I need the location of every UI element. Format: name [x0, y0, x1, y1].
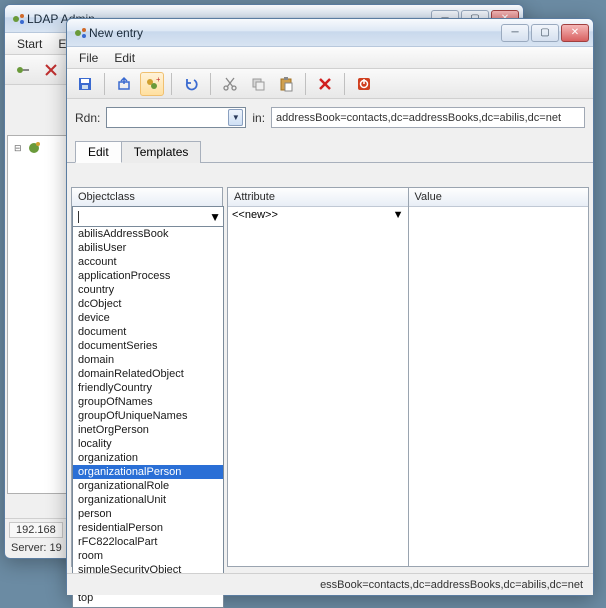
- dropdown-arrow-icon[interactable]: ▼: [209, 210, 221, 224]
- in-field[interactable]: addressBook=contacts,dc=addressBooks,dc=…: [271, 107, 585, 128]
- objectclass-option[interactable]: account: [73, 255, 223, 269]
- app-icon: [73, 25, 89, 41]
- text-caret: [78, 211, 79, 223]
- edit-panel: Objectclass ▼ abilisAddressBookabilisUse…: [67, 183, 593, 571]
- dropdown-arrow-icon[interactable]: ▼: [393, 209, 404, 221]
- objectclass-combo[interactable]: ▼ abilisAddressBookabilisUseraccountappl…: [72, 206, 224, 608]
- new-attribute-label: <<new>>: [232, 209, 278, 221]
- new-entry-button[interactable]: +: [140, 72, 164, 96]
- new-attribute-row[interactable]: <<new>> ▼: [228, 207, 408, 223]
- rdn-label: Rdn:: [75, 111, 100, 125]
- objectclass-option[interactable]: organization: [73, 451, 223, 465]
- objectclass-option[interactable]: groupOfNames: [73, 395, 223, 409]
- dialog-statusbar: essBook=contacts,dc=addressBooks,dc=abil…: [67, 573, 593, 595]
- menu-file[interactable]: File: [71, 49, 106, 67]
- delete-button[interactable]: [313, 72, 337, 96]
- connect-button[interactable]: [11, 58, 35, 82]
- rdn-row: Rdn: ▼ in: addressBook=contacts,dc=addre…: [67, 99, 593, 136]
- objectclass-option[interactable]: groupOfUniqueNames: [73, 409, 223, 423]
- svg-text:+: +: [156, 76, 160, 84]
- objectclass-header: Objectclass: [72, 188, 222, 207]
- disconnect-button[interactable]: [39, 58, 63, 82]
- rdn-combo[interactable]: ▼: [106, 107, 246, 128]
- stop-button[interactable]: [352, 72, 376, 96]
- objectclass-option[interactable]: uidObject: [73, 605, 223, 607]
- objectclass-input[interactable]: ▼: [73, 207, 223, 227]
- objectclass-option[interactable]: country: [73, 283, 223, 297]
- objectclass-option[interactable]: organizationalPerson: [73, 465, 223, 479]
- menu-edit[interactable]: Edit: [106, 49, 143, 67]
- value-column: Value: [408, 187, 590, 567]
- objectclass-option[interactable]: domain: [73, 353, 223, 367]
- tab-templates[interactable]: Templates: [121, 141, 202, 163]
- menu-start[interactable]: Start: [9, 35, 50, 53]
- objectclass-option[interactable]: friendlyCountry: [73, 381, 223, 395]
- objectclass-option[interactable]: dcObject: [73, 297, 223, 311]
- objectclass-option[interactable]: organizationalRole: [73, 479, 223, 493]
- objectclass-option[interactable]: documentSeries: [73, 339, 223, 353]
- minimize-button[interactable]: ─: [501, 24, 529, 42]
- status-path: essBook=contacts,dc=addressBooks,dc=abil…: [71, 579, 589, 591]
- maximize-button[interactable]: ▢: [531, 24, 559, 42]
- objectclass-option[interactable]: residentialPerson: [73, 521, 223, 535]
- new-entry-window: New entry ─ ▢ ✕ File Edit + Rdn: ▼ in: a…: [66, 18, 594, 596]
- separator: [305, 73, 306, 95]
- objectclass-option[interactable]: abilisAddressBook: [73, 227, 223, 241]
- expand-icon[interactable]: ⊟: [14, 143, 22, 154]
- objectclass-option[interactable]: rFC822localPart: [73, 535, 223, 549]
- in-label: in:: [252, 111, 265, 125]
- objectclass-option[interactable]: locality: [73, 437, 223, 451]
- cut-button[interactable]: [218, 72, 242, 96]
- objectclass-dropdown[interactable]: abilisAddressBookabilisUseraccountapplic…: [73, 227, 223, 607]
- separator: [104, 73, 105, 95]
- dialog-menubar: File Edit: [67, 47, 593, 69]
- undo-button[interactable]: [179, 72, 203, 96]
- objectclass-option[interactable]: organizationalUnit: [73, 493, 223, 507]
- separator: [210, 73, 211, 95]
- dialog-title: New entry: [89, 26, 501, 40]
- status-ip: 192.168: [9, 522, 63, 538]
- close-button[interactable]: ✕: [561, 24, 589, 42]
- objectclass-option[interactable]: room: [73, 549, 223, 563]
- objectclass-option[interactable]: abilisUser: [73, 241, 223, 255]
- attribute-header: Attribute: [228, 188, 408, 207]
- objectclass-option[interactable]: applicationProcess: [73, 269, 223, 283]
- tab-edit[interactable]: Edit: [75, 141, 122, 163]
- objectclass-option[interactable]: device: [73, 311, 223, 325]
- dialog-titlebar[interactable]: New entry ─ ▢ ✕: [67, 19, 593, 47]
- objectclass-option[interactable]: document: [73, 325, 223, 339]
- objectclass-option[interactable]: person: [73, 507, 223, 521]
- copy-button[interactable]: [246, 72, 270, 96]
- value-header: Value: [409, 188, 589, 207]
- objectclass-option[interactable]: domainRelatedObject: [73, 367, 223, 381]
- server-icon: [26, 140, 42, 156]
- paste-button[interactable]: [274, 72, 298, 96]
- dialog-toolbar: +: [67, 69, 593, 99]
- save-button[interactable]: [73, 72, 97, 96]
- tabs: Edit Templates: [67, 136, 593, 163]
- attribute-column: Attribute <<new>> ▼: [227, 187, 409, 567]
- export-button[interactable]: [112, 72, 136, 96]
- objectclass-column: Objectclass ▼ abilisAddressBookabilisUse…: [71, 187, 223, 567]
- objectclass-option[interactable]: inetOrgPerson: [73, 423, 223, 437]
- separator: [171, 73, 172, 95]
- separator: [344, 73, 345, 95]
- dropdown-arrow-icon[interactable]: ▼: [228, 109, 243, 126]
- app-icon: [11, 11, 27, 27]
